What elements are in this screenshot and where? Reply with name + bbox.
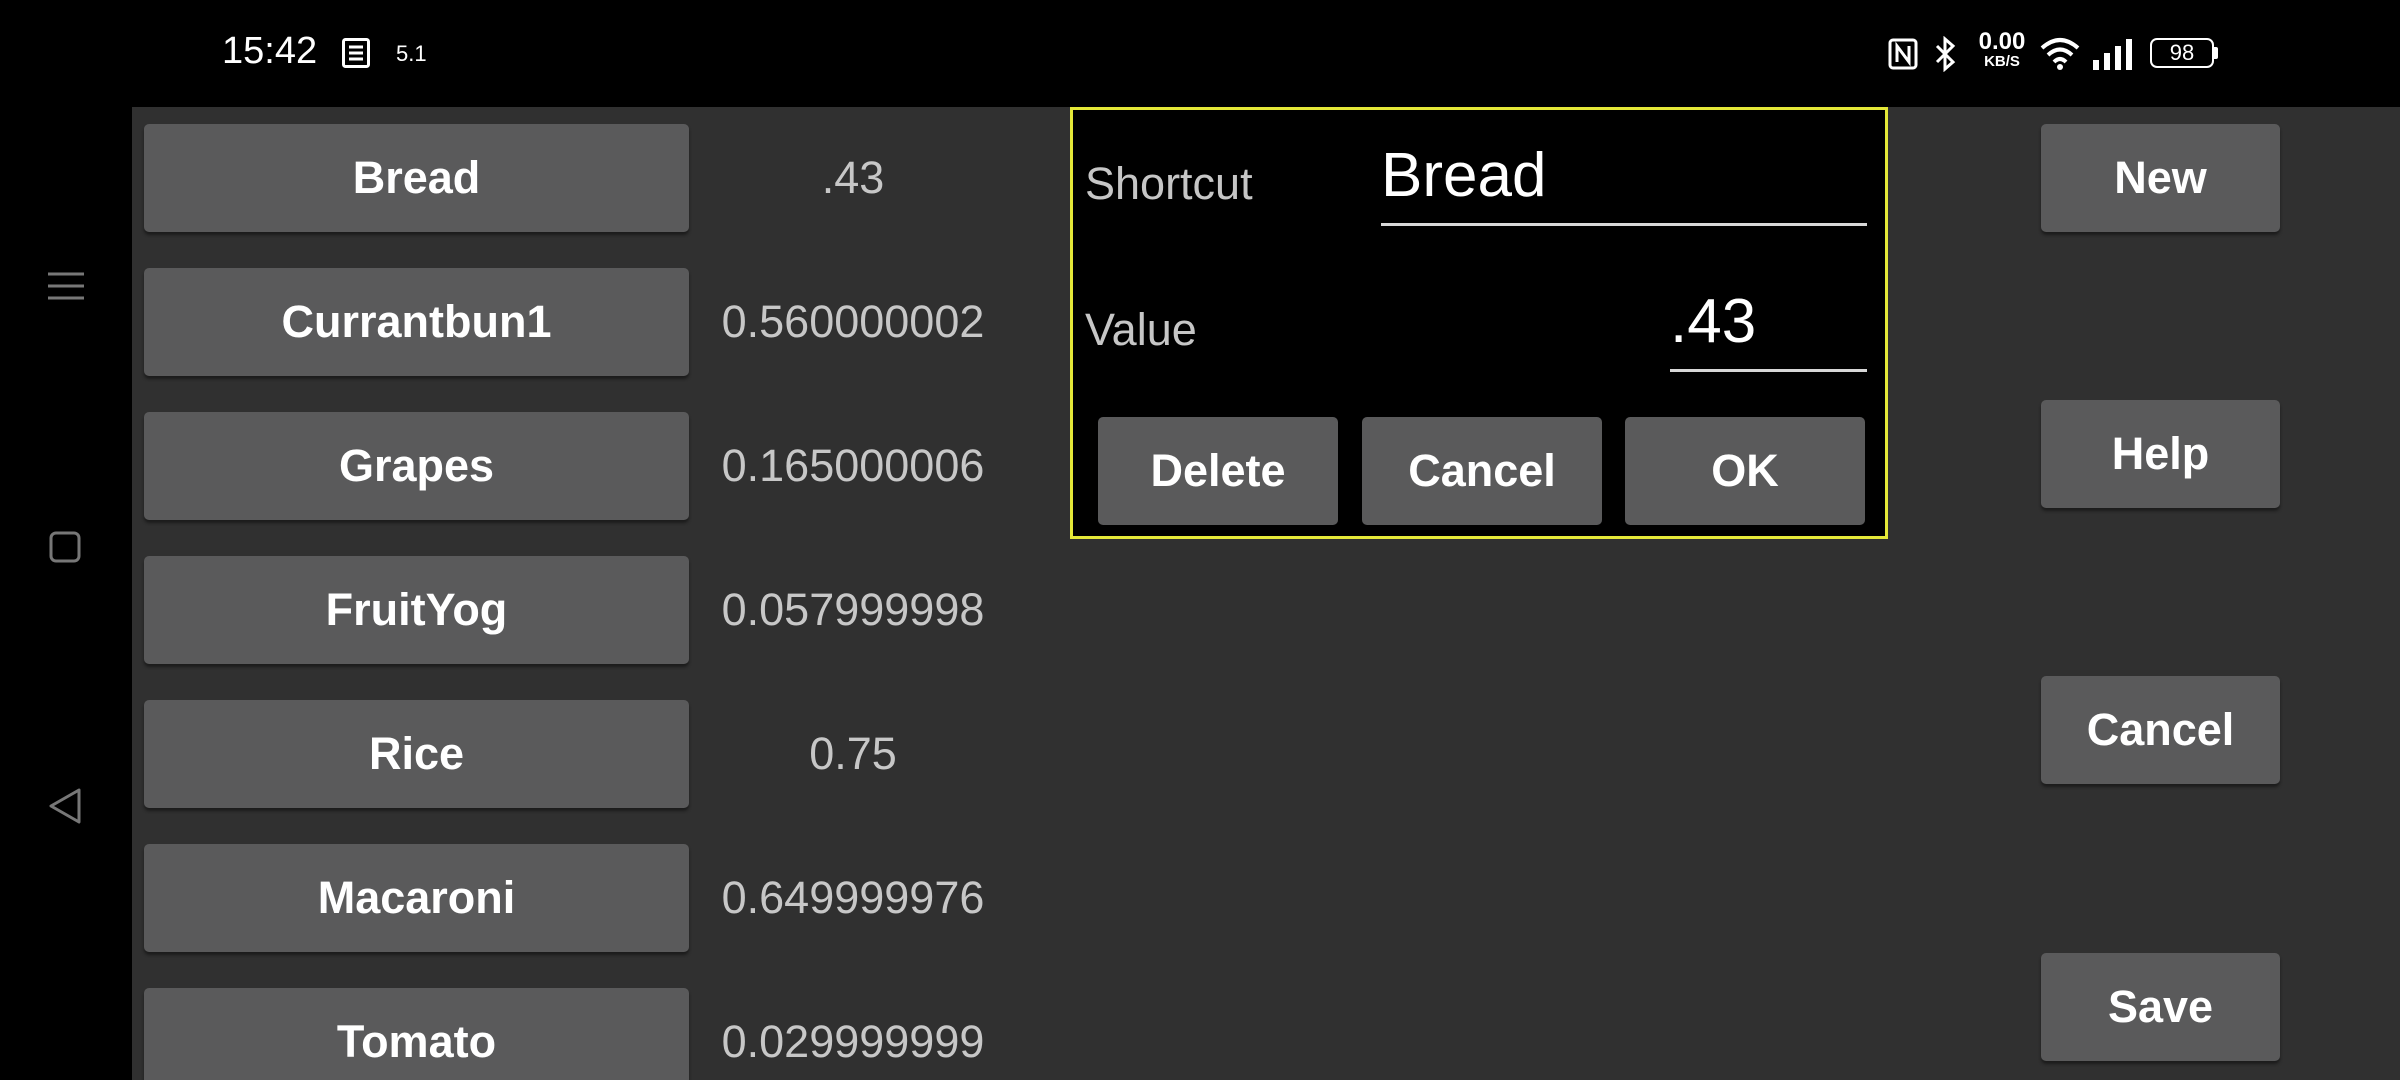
- item-button[interactable]: Currantbun1: [144, 268, 689, 376]
- notification-icon: [342, 38, 370, 68]
- battery-level: 98: [2169, 40, 2195, 65]
- item-value: 0.560000002: [721, 296, 985, 347]
- cancel-button[interactable]: Cancel: [2041, 676, 2280, 784]
- item-value: 0.165000006: [721, 440, 985, 491]
- item-button[interactable]: Tomato: [144, 988, 689, 1080]
- item-value: 0.649999976: [721, 872, 985, 923]
- status-time: 15:42: [222, 30, 318, 72]
- menu-icon[interactable]: [48, 271, 84, 301]
- item-button[interactable]: Grapes: [144, 412, 689, 520]
- save-button[interactable]: Save: [2041, 953, 2280, 1061]
- home-square-icon[interactable]: [49, 531, 81, 563]
- shortcut-input[interactable]: Bread: [1381, 140, 1867, 226]
- item-button[interactable]: Rice: [144, 700, 689, 808]
- list-item: Grapes 0.165000006: [144, 412, 1144, 520]
- navigation-bar: [0, 107, 132, 1080]
- item-value: 0.75: [809, 728, 897, 779]
- app-content: Bread .43 Currantbun1 0.560000002 Grapes…: [132, 107, 2400, 1080]
- delete-button[interactable]: Delete: [1098, 417, 1338, 525]
- list-item: Tomato 0.029999999: [144, 988, 1144, 1080]
- item-value: 0.057999998: [721, 584, 985, 635]
- list-item: Currantbun1 0.560000002: [144, 268, 1144, 376]
- list-item: Rice 0.75: [144, 700, 1144, 808]
- back-icon[interactable]: [48, 787, 82, 825]
- screen: 15:42 5.1 0.00 KB/S 98 Bread .43 Currant…: [0, 0, 2400, 1080]
- help-button[interactable]: Help: [2041, 400, 2280, 508]
- wifi-icon: [2040, 38, 2080, 70]
- list-item: Macaroni 0.649999976: [144, 844, 1144, 952]
- net-speed-value: 0.00: [1978, 28, 2026, 55]
- nfc-icon: [1888, 38, 1918, 70]
- edit-shortcut-dialog: Shortcut Bread Value .43 Delete Cancel O…: [1070, 107, 1888, 539]
- item-button[interactable]: Macaroni: [144, 844, 689, 952]
- new-button[interactable]: New: [2041, 124, 2280, 232]
- battery-icon: 98: [2150, 38, 2218, 68]
- item-value: .43: [821, 152, 885, 203]
- net-speed-unit: KB/S: [1984, 53, 2020, 70]
- bluetooth-icon: [1935, 36, 1956, 72]
- item-value: 0.029999999: [721, 1016, 985, 1067]
- value-input[interactable]: .43: [1670, 286, 1867, 372]
- dialog-cancel-button[interactable]: Cancel: [1362, 417, 1602, 525]
- value-label: Value: [1085, 304, 1197, 355]
- list-item: Bread .43: [144, 124, 1144, 232]
- status-indicator-text: 5.1: [396, 41, 427, 66]
- item-button[interactable]: FruitYog: [144, 556, 689, 664]
- status-bar: 15:42 5.1 0.00 KB/S 98: [0, 0, 2400, 107]
- net-speed: 0.00 KB/S: [1970, 28, 2034, 70]
- list-item: FruitYog 0.057999998: [144, 556, 1144, 664]
- ok-button[interactable]: OK: [1625, 417, 1865, 525]
- item-button[interactable]: Bread: [144, 124, 689, 232]
- shortcut-label: Shortcut: [1085, 158, 1253, 209]
- signal-icon: [2093, 39, 2132, 70]
